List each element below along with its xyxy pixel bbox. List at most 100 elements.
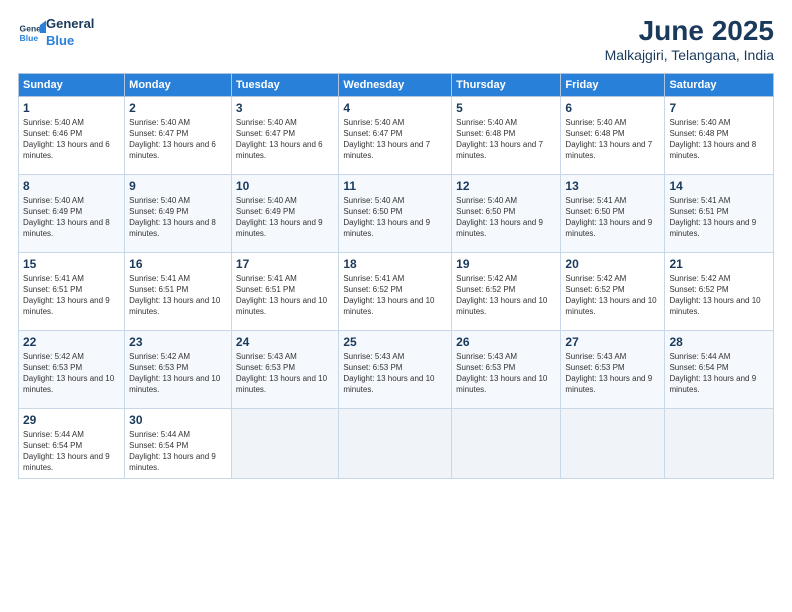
calendar-cell: 13 Sunrise: 5:41 AMSunset: 6:50 PMDayligh… <box>561 174 665 252</box>
calendar-cell: 25 Sunrise: 5:43 AMSunset: 6:53 PMDayligh… <box>339 330 452 408</box>
calendar-week-row: 15 Sunrise: 5:41 AMSunset: 6:51 PMDayligh… <box>19 252 774 330</box>
day-number: 15 <box>23 257 120 271</box>
logo-icon: General Blue <box>18 19 46 47</box>
logo: General Blue General Blue <box>18 16 94 50</box>
day-info: Sunrise: 5:40 AMSunset: 6:48 PMDaylight:… <box>456 117 556 162</box>
day-info: Sunrise: 5:41 AMSunset: 6:51 PMDaylight:… <box>23 273 120 318</box>
calendar-cell: 30 Sunrise: 5:44 AMSunset: 6:54 PMDayligh… <box>125 408 232 478</box>
day-info: Sunrise: 5:40 AMSunset: 6:50 PMDaylight:… <box>343 195 447 240</box>
calendar-table: SundayMondayTuesdayWednesdayThursdayFrid… <box>18 73 774 479</box>
calendar-cell: 4 Sunrise: 5:40 AMSunset: 6:47 PMDaylight… <box>339 96 452 174</box>
calendar-cell: 7Sunrise: 5:40 AMSunset: 6:48 PMDaylight… <box>665 96 774 174</box>
day-info: Sunrise: 5:40 AMSunset: 6:49 PMDaylight:… <box>129 195 227 240</box>
day-number: 16 <box>129 257 227 271</box>
day-info: Sunrise: 5:40 AMSunset: 6:47 PMDaylight:… <box>343 117 447 162</box>
day-number: 2 <box>129 101 227 115</box>
day-info: Sunrise: 5:44 AMSunset: 6:54 PMDaylight:… <box>129 429 227 474</box>
calendar-cell: 10 Sunrise: 5:40 AMSunset: 6:49 PMDayligh… <box>231 174 338 252</box>
day-info: Sunrise: 5:40 AMSunset: 6:49 PMDaylight:… <box>236 195 334 240</box>
day-info: Sunrise: 5:42 AMSunset: 6:52 PMDaylight:… <box>565 273 660 318</box>
calendar-cell: 21Sunrise: 5:42 AMSunset: 6:52 PMDayligh… <box>665 252 774 330</box>
day-number: 18 <box>343 257 447 271</box>
day-info: Sunrise: 5:41 AMSunset: 6:52 PMDaylight:… <box>343 273 447 318</box>
calendar-week-row: 22 Sunrise: 5:42 AMSunset: 6:53 PMDayligh… <box>19 330 774 408</box>
title-block: June 2025 Malkajgiri, Telangana, India <box>605 16 774 63</box>
day-number: 20 <box>565 257 660 271</box>
calendar-week-row: 1Sunrise: 5:40 AMSunset: 6:46 PMDaylight… <box>19 96 774 174</box>
day-info: Sunrise: 5:41 AMSunset: 6:51 PMDaylight:… <box>669 195 769 240</box>
weekday-header-wednesday: Wednesday <box>339 73 452 96</box>
weekday-header-monday: Monday <box>125 73 232 96</box>
calendar-cell <box>231 408 338 478</box>
logo-general: General <box>46 16 94 33</box>
calendar-cell: 17 Sunrise: 5:41 AMSunset: 6:51 PMDayligh… <box>231 252 338 330</box>
day-number: 3 <box>236 101 334 115</box>
logo-blue: Blue <box>46 33 94 50</box>
day-number: 10 <box>236 179 334 193</box>
day-info: Sunrise: 5:41 AMSunset: 6:51 PMDaylight:… <box>129 273 227 318</box>
day-info: Sunrise: 5:40 AMSunset: 6:48 PMDaylight:… <box>669 117 769 162</box>
day-info: Sunrise: 5:42 AMSunset: 6:53 PMDaylight:… <box>129 351 227 396</box>
calendar-cell: 14 Sunrise: 5:41 AMSunset: 6:51 PMDayligh… <box>665 174 774 252</box>
day-number: 28 <box>669 335 769 349</box>
day-info: Sunrise: 5:43 AMSunset: 6:53 PMDaylight:… <box>565 351 660 396</box>
day-info: Sunrise: 5:43 AMSunset: 6:53 PMDaylight:… <box>343 351 447 396</box>
day-info: Sunrise: 5:41 AMSunset: 6:51 PMDaylight:… <box>236 273 334 318</box>
calendar-cell: 16 Sunrise: 5:41 AMSunset: 6:51 PMDayligh… <box>125 252 232 330</box>
calendar-cell: 19Sunrise: 5:42 AMSunset: 6:52 PMDayligh… <box>452 252 561 330</box>
day-info: Sunrise: 5:43 AMSunset: 6:53 PMDaylight:… <box>456 351 556 396</box>
day-number: 24 <box>236 335 334 349</box>
day-number: 19 <box>456 257 556 271</box>
weekday-header-row: SundayMondayTuesdayWednesdayThursdayFrid… <box>19 73 774 96</box>
calendar-cell: 5 Sunrise: 5:40 AMSunset: 6:48 PMDaylight… <box>452 96 561 174</box>
calendar-cell: 28 Sunrise: 5:44 AMSunset: 6:54 PMDayligh… <box>665 330 774 408</box>
calendar-cell: 1Sunrise: 5:40 AMSunset: 6:46 PMDaylight… <box>19 96 125 174</box>
day-number: 11 <box>343 179 447 193</box>
day-number: 12 <box>456 179 556 193</box>
calendar-cell: 23 Sunrise: 5:42 AMSunset: 6:53 PMDayligh… <box>125 330 232 408</box>
calendar-cell: 9 Sunrise: 5:40 AMSunset: 6:49 PMDaylight… <box>125 174 232 252</box>
calendar-cell: 18 Sunrise: 5:41 AMSunset: 6:52 PMDayligh… <box>339 252 452 330</box>
svg-text:Blue: Blue <box>20 33 39 43</box>
day-info: Sunrise: 5:42 AMSunset: 6:53 PMDaylight:… <box>23 351 120 396</box>
day-number: 30 <box>129 413 227 427</box>
calendar-cell <box>339 408 452 478</box>
day-number: 6 <box>565 101 660 115</box>
calendar-week-row: 29 Sunrise: 5:44 AMSunset: 6:54 PMDayligh… <box>19 408 774 478</box>
calendar-cell: 26Sunrise: 5:43 AMSunset: 6:53 PMDayligh… <box>452 330 561 408</box>
calendar-cell: 24 Sunrise: 5:43 AMSunset: 6:53 PMDayligh… <box>231 330 338 408</box>
day-number: 29 <box>23 413 120 427</box>
weekday-header-friday: Friday <box>561 73 665 96</box>
day-number: 9 <box>129 179 227 193</box>
day-number: 5 <box>456 101 556 115</box>
day-info: Sunrise: 5:40 AMSunset: 6:47 PMDaylight:… <box>236 117 334 162</box>
day-number: 4 <box>343 101 447 115</box>
day-number: 8 <box>23 179 120 193</box>
day-info: Sunrise: 5:44 AMSunset: 6:54 PMDaylight:… <box>669 351 769 396</box>
header: General Blue General Blue June 2025 Malk… <box>18 16 774 63</box>
calendar-cell: 27Sunrise: 5:43 AMSunset: 6:53 PMDayligh… <box>561 330 665 408</box>
day-number: 13 <box>565 179 660 193</box>
day-number: 14 <box>669 179 769 193</box>
calendar-cell <box>452 408 561 478</box>
day-number: 23 <box>129 335 227 349</box>
calendar-page: General Blue General Blue June 2025 Malk… <box>0 0 792 612</box>
day-number: 21 <box>669 257 769 271</box>
weekday-header-saturday: Saturday <box>665 73 774 96</box>
weekday-header-tuesday: Tuesday <box>231 73 338 96</box>
calendar-cell: 8 Sunrise: 5:40 AMSunset: 6:49 PMDaylight… <box>19 174 125 252</box>
calendar-cell: 6 Sunrise: 5:40 AMSunset: 6:48 PMDaylight… <box>561 96 665 174</box>
day-info: Sunrise: 5:43 AMSunset: 6:53 PMDaylight:… <box>236 351 334 396</box>
calendar-cell: 12 Sunrise: 5:40 AMSunset: 6:50 PMDayligh… <box>452 174 561 252</box>
day-info: Sunrise: 5:41 AMSunset: 6:50 PMDaylight:… <box>565 195 660 240</box>
day-number: 25 <box>343 335 447 349</box>
calendar-week-row: 8 Sunrise: 5:40 AMSunset: 6:49 PMDaylight… <box>19 174 774 252</box>
calendar-cell: 2Sunrise: 5:40 AMSunset: 6:47 PMDaylight… <box>125 96 232 174</box>
day-info: Sunrise: 5:40 AMSunset: 6:50 PMDaylight:… <box>456 195 556 240</box>
day-number: 22 <box>23 335 120 349</box>
calendar-cell: 20 Sunrise: 5:42 AMSunset: 6:52 PMDayligh… <box>561 252 665 330</box>
day-info: Sunrise: 5:40 AMSunset: 6:48 PMDaylight:… <box>565 117 660 162</box>
day-info: Sunrise: 5:40 AMSunset: 6:49 PMDaylight:… <box>23 195 120 240</box>
calendar-subtitle: Malkajgiri, Telangana, India <box>605 47 774 63</box>
day-number: 17 <box>236 257 334 271</box>
